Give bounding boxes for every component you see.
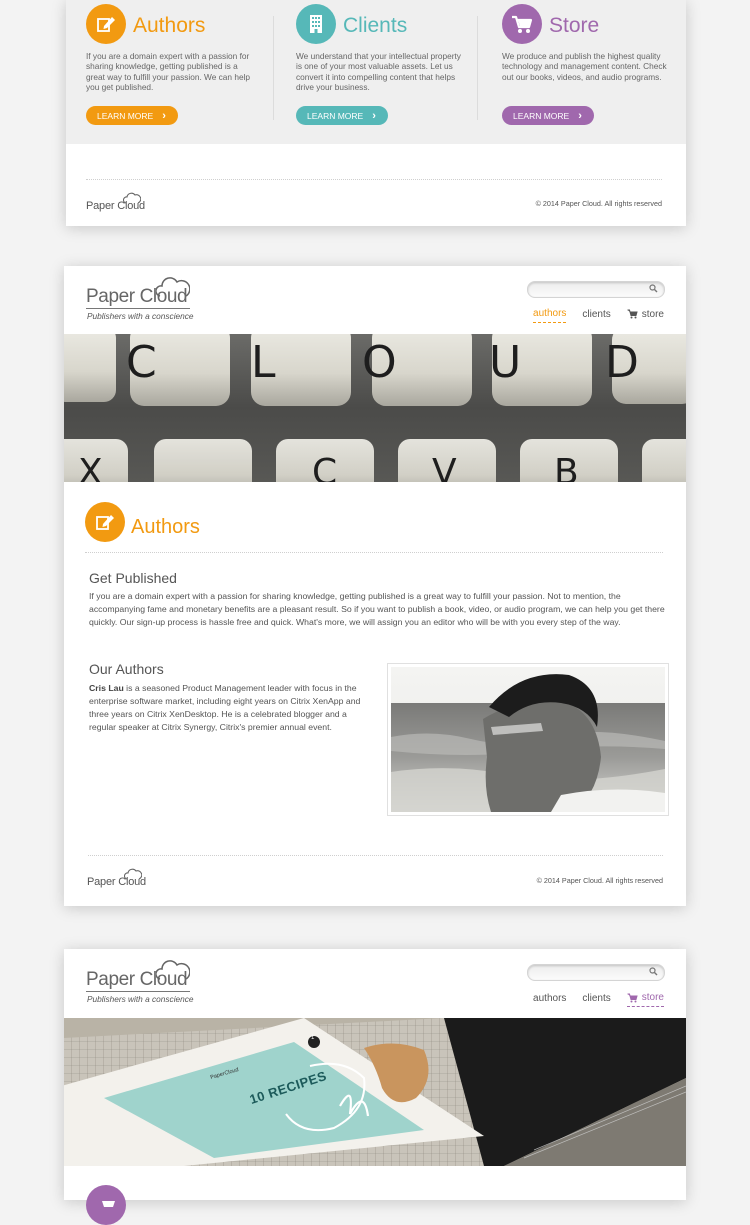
logo-tagline: Publishers with a conscience: [87, 311, 194, 321]
key-letter: C: [312, 452, 338, 482]
nav-label: clients: [582, 308, 611, 320]
key-letter: B: [554, 452, 579, 482]
author-name: Cris Lau: [89, 683, 124, 693]
nav-store[interactable]: store: [627, 308, 664, 323]
page-title: Authors: [131, 516, 200, 538]
hero-image-typewriter: C L O U D X C V B: [64, 334, 686, 482]
feature-title: Clients: [343, 14, 408, 37]
search-box: [527, 964, 665, 981]
key-letter: X: [78, 452, 103, 482]
logo-underline: [86, 308, 190, 309]
get-published-text: If you are a domain expert with a passio…: [89, 591, 665, 627]
main-nav: authors clients store: [533, 308, 664, 323]
copyright: © 2014 Paper Cloud. All rights reserved: [535, 199, 662, 208]
feature-description: We understand that your intellectual pro…: [296, 51, 461, 93]
feature-title: Authors: [133, 14, 206, 37]
cloud-icon: [122, 192, 141, 204]
nav-authors[interactable]: authors: [533, 992, 566, 1007]
clients-learn-more-button[interactable]: LEARN MORE ›: [296, 106, 388, 125]
pencil-icon: [86, 4, 126, 44]
nav-clients[interactable]: clients: [582, 308, 610, 323]
logo-tagline: Publishers with a conscience: [87, 994, 194, 1004]
cookbook-title: 10 RECIPES: [247, 1067, 329, 1108]
key-letter: D: [605, 337, 639, 388]
author-photo: [387, 663, 669, 816]
building-icon: [296, 4, 336, 44]
chevron-right-icon: ›: [162, 109, 166, 122]
button-label: LEARN MORE: [307, 110, 364, 121]
nav-store[interactable]: store: [626, 992, 664, 1007]
search-icon[interactable]: [649, 967, 658, 976]
title-divider: [85, 552, 663, 553]
cookbook-brand: PaperCloud: [209, 1067, 240, 1081]
cookbook-badge: 1: [311, 1035, 315, 1041]
key-letter: L: [251, 337, 276, 388]
author-bio: Cris Lau is a seasoned Product Managemen…: [89, 682, 367, 734]
key-letter: V: [432, 452, 457, 482]
chevron-right-icon: ›: [372, 109, 376, 122]
search-input[interactable]: [536, 283, 646, 295]
feature-description: If you are a domain expert with a passio…: [86, 51, 251, 93]
nav-authors[interactable]: authors: [533, 308, 567, 323]
get-published-heading: Get Published: [89, 570, 177, 586]
logo-underline: [86, 991, 190, 992]
footer-divider: [86, 179, 662, 180]
footer-logo[interactable]: Paper Cloud: [87, 866, 146, 888]
cart-icon: [502, 4, 542, 44]
search-input[interactable]: [536, 966, 646, 978]
our-authors-heading: Our Authors: [89, 661, 164, 677]
nav-label: store: [641, 308, 664, 320]
authors-learn-more-button[interactable]: LEARN MORE ›: [86, 106, 178, 125]
feature-band: Authors If you are a domain expert with …: [66, 0, 686, 144]
divider: [273, 16, 274, 120]
chevron-right-icon: ›: [578, 109, 582, 122]
cart-icon: [627, 309, 638, 319]
home-page-card: Authors If you are a domain expert with …: [66, 0, 686, 226]
search-icon[interactable]: [649, 284, 658, 293]
store-learn-more-button[interactable]: LEARN MORE ›: [502, 106, 594, 125]
nav-label: clients: [582, 992, 611, 1004]
main-nav: authors clients store: [533, 992, 664, 1007]
key-letter: U: [489, 337, 522, 388]
logo-text: Paper Cloud: [86, 286, 188, 307]
footer-logo[interactable]: Paper Cloud: [86, 190, 145, 212]
footer-divider: [88, 855, 663, 856]
authors-page-card: Paper Cloud Publishers with a conscience…: [64, 266, 686, 906]
key-letter: O: [362, 337, 397, 388]
store-page-card: Paper Cloud Publishers with a conscience…: [64, 949, 686, 1225]
button-label: LEARN MORE: [97, 110, 154, 121]
hero-image-cookbook: PaperCloud 10 RECIPES 1: [64, 1018, 686, 1166]
nav-label: store: [641, 992, 664, 1003]
search-box: [527, 281, 665, 298]
nav-clients[interactable]: clients: [582, 992, 610, 1007]
cloud-icon: [123, 868, 142, 880]
author-bio-text: is a seasoned Product Management leader …: [89, 683, 361, 732]
copyright: © 2014 Paper Cloud. All rights reserved: [536, 876, 663, 885]
nav-label: authors: [533, 308, 567, 319]
divider: [477, 16, 478, 120]
nav-label: authors: [533, 992, 567, 1004]
button-label: LEARN MORE: [513, 110, 570, 121]
pencil-icon: [85, 502, 125, 542]
key-letter: C: [126, 337, 157, 388]
cart-icon: [627, 993, 638, 1002]
cart-icon: [86, 1185, 126, 1225]
feature-title: Store: [549, 14, 600, 37]
feature-description: We produce and publish the highest quali…: [502, 51, 667, 82]
logo-text: Paper Cloud: [86, 969, 188, 990]
